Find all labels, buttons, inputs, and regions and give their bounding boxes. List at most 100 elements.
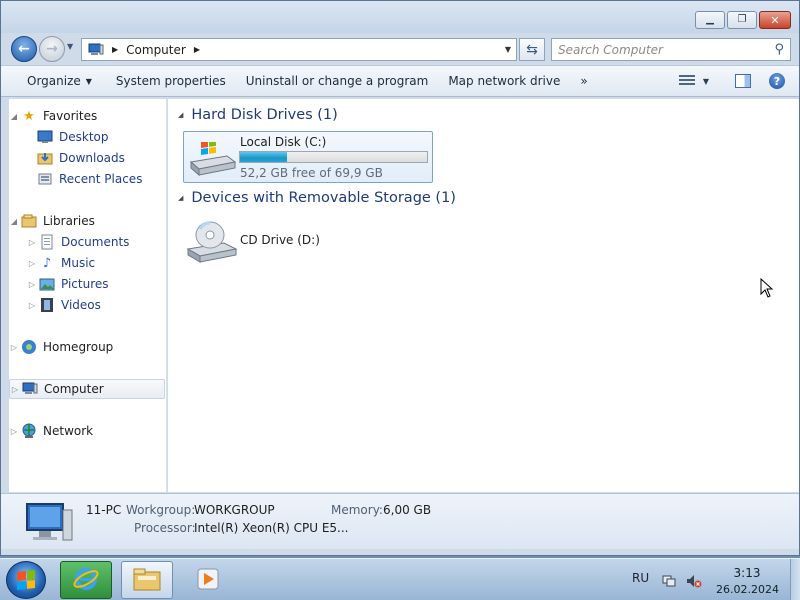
nav-documents[interactable]: ▷ Documents xyxy=(27,232,129,252)
organize-menu[interactable]: Organize ▼ xyxy=(1,66,106,96)
system-properties-label: System properties xyxy=(115,74,226,88)
collapse-triangle-icon[interactable]: ◢ xyxy=(9,112,19,121)
nav-network[interactable]: ▷ Network xyxy=(9,421,93,441)
workgroup-value: WORKGROUP xyxy=(194,503,275,517)
breadcrumb-separator-icon[interactable]: ▶ xyxy=(112,45,118,54)
nav-desktop-label: Desktop xyxy=(59,130,109,144)
drive-usage-bar xyxy=(239,151,428,163)
processor-label: Processor: xyxy=(134,521,196,535)
nav-music[interactable]: ▷ ♪ Music xyxy=(27,253,95,273)
volume-muted-icon[interactable] xyxy=(686,574,702,588)
expand-triangle-icon[interactable]: ▷ xyxy=(27,238,37,247)
refresh-button[interactable]: ⇆ xyxy=(519,38,545,61)
recent-pages-dropdown[interactable]: ▼ xyxy=(67,42,73,51)
media-player-icon xyxy=(196,567,220,594)
expand-triangle-icon[interactable]: ▷ xyxy=(9,343,19,352)
expand-triangle-icon[interactable]: ▷ xyxy=(27,301,37,310)
maximize-button[interactable]: ❐ xyxy=(727,11,757,29)
hard-drive-windows-icon xyxy=(187,139,237,178)
nav-videos-label: Videos xyxy=(61,298,101,312)
caption-buttons: ▁ ❐ ✕ xyxy=(695,11,791,29)
change-view-button[interactable]: ▼ xyxy=(678,75,709,87)
search-icon[interactable]: ⚲ xyxy=(774,42,784,57)
downloads-folder-icon xyxy=(37,150,53,166)
minimize-icon: ▁ xyxy=(706,14,714,25)
group-collapse-icon[interactable]: ◢ xyxy=(178,111,183,119)
expand-triangle-icon[interactable]: ▷ xyxy=(27,259,37,268)
toolbar-right-controls: ▼ ? xyxy=(678,66,785,96)
expand-triangle-icon[interactable]: ▷ xyxy=(27,280,37,289)
group-header-removable[interactable]: ◢ Devices with Removable Storage (1) xyxy=(178,190,456,206)
drive-name: CD Drive (D:) xyxy=(240,233,320,247)
nav-computer[interactable]: ▷ Computer xyxy=(9,379,165,399)
minimize-button[interactable]: ▁ xyxy=(695,11,725,29)
preview-pane-icon[interactable] xyxy=(735,74,751,88)
help-icon[interactable]: ? xyxy=(769,73,785,89)
expand-triangle-icon[interactable]: ▷ xyxy=(10,385,20,394)
nav-favorites[interactable]: ◢ ★ Favorites xyxy=(9,106,97,126)
map-network-drive-label: Map network drive xyxy=(448,74,561,88)
overflow-chevron-icon: » xyxy=(580,74,588,88)
details-pane: 11-PC Workgroup: WORKGROUP Memory: 6,00 … xyxy=(1,493,799,549)
memory-value: 6,00 GB xyxy=(383,503,432,517)
collapse-triangle-icon[interactable]: ◢ xyxy=(9,217,19,226)
clock-time: 3:13 xyxy=(733,566,761,580)
nav-computer-label: Computer xyxy=(44,382,104,396)
start-button[interactable] xyxy=(6,561,46,599)
expand-triangle-icon[interactable]: ▷ xyxy=(9,427,19,436)
back-button[interactable]: ← xyxy=(11,36,37,62)
title-bar[interactable]: ▁ ❐ ✕ xyxy=(1,1,799,33)
internet-explorer-icon xyxy=(72,565,100,596)
group-collapse-icon[interactable]: ◢ xyxy=(178,194,183,202)
desktop-icon xyxy=(37,129,53,145)
breadcrumb-separator-icon[interactable]: ▶ xyxy=(194,45,200,54)
nav-libraries[interactable]: ◢ Libraries xyxy=(9,211,95,231)
forward-button[interactable]: → xyxy=(39,36,65,62)
nav-homegroup-label: Homegroup xyxy=(43,340,114,354)
map-network-drive-button[interactable]: Map network drive xyxy=(438,66,570,96)
nav-downloads[interactable]: Downloads xyxy=(37,148,125,168)
video-film-icon xyxy=(39,297,55,313)
taskbar-windows-explorer[interactable] xyxy=(121,561,173,599)
drive-cd-d[interactable]: CD Drive (D:) xyxy=(183,217,433,269)
computer-icon xyxy=(22,381,38,397)
show-desktop-button[interactable] xyxy=(790,559,800,600)
system-clock[interactable]: 3:13 26.02.2024 xyxy=(716,566,779,596)
arrow-right-icon: → xyxy=(46,41,58,57)
content-pane: ◢ Hard Disk Drives (1) Local Disk (C:) 5… xyxy=(168,99,799,492)
address-history-dropdown-icon[interactable]: ▼ xyxy=(505,45,511,54)
search-input[interactable]: Search Computer ⚲ xyxy=(551,38,791,61)
restore-icon: ❐ xyxy=(737,14,747,25)
system-properties-button[interactable]: System properties xyxy=(106,66,236,96)
explorer-window: ▁ ❐ ✕ ← → ▼ ▶ Computer ▶ ▼ ⇆ Search Comp… xyxy=(0,0,800,556)
taskbar-internet-explorer[interactable] xyxy=(60,561,112,599)
documents-icon xyxy=(39,234,55,250)
nav-recent-places[interactable]: Recent Places xyxy=(37,169,142,189)
folder-icon xyxy=(132,566,162,595)
nav-recent-places-label: Recent Places xyxy=(59,172,143,186)
computer-icon xyxy=(23,500,75,544)
nav-desktop[interactable]: Desktop xyxy=(37,127,109,147)
breadcrumb-computer[interactable]: Computer xyxy=(126,43,186,57)
toolbar-overflow-button[interactable]: » xyxy=(570,66,597,96)
network-icon xyxy=(21,423,37,439)
group-header-hard-disks[interactable]: ◢ Hard Disk Drives (1) xyxy=(178,107,338,123)
windows-logo-icon xyxy=(17,570,35,590)
nav-pictures-label: Pictures xyxy=(61,277,109,291)
nav-pictures[interactable]: ▷ Pictures xyxy=(27,274,109,294)
language-indicator[interactable]: RU xyxy=(632,571,649,585)
recent-places-icon xyxy=(37,171,53,187)
uninstall-program-button[interactable]: Uninstall or change a program xyxy=(236,66,439,96)
refresh-icon: ⇆ xyxy=(526,41,538,58)
nav-homegroup[interactable]: ▷ Homegroup xyxy=(9,337,113,357)
drive-local-disk-c[interactable]: Local Disk (C:) 52,2 GB free of 69,9 GB xyxy=(183,131,433,183)
taskbar-media-player[interactable] xyxy=(185,561,231,599)
drive-name: Local Disk (C:) xyxy=(240,135,327,149)
nav-videos[interactable]: ▷ Videos xyxy=(27,295,101,315)
close-button[interactable]: ✕ xyxy=(759,11,791,29)
address-bar[interactable]: ▶ Computer ▶ ▼ xyxy=(81,38,517,61)
network-tray-icon[interactable] xyxy=(662,574,676,588)
music-note-icon: ♪ xyxy=(42,255,52,271)
taskbar: RU 3:13 26.02.2024 xyxy=(0,558,800,600)
workgroup-label: Workgroup: xyxy=(126,503,196,517)
